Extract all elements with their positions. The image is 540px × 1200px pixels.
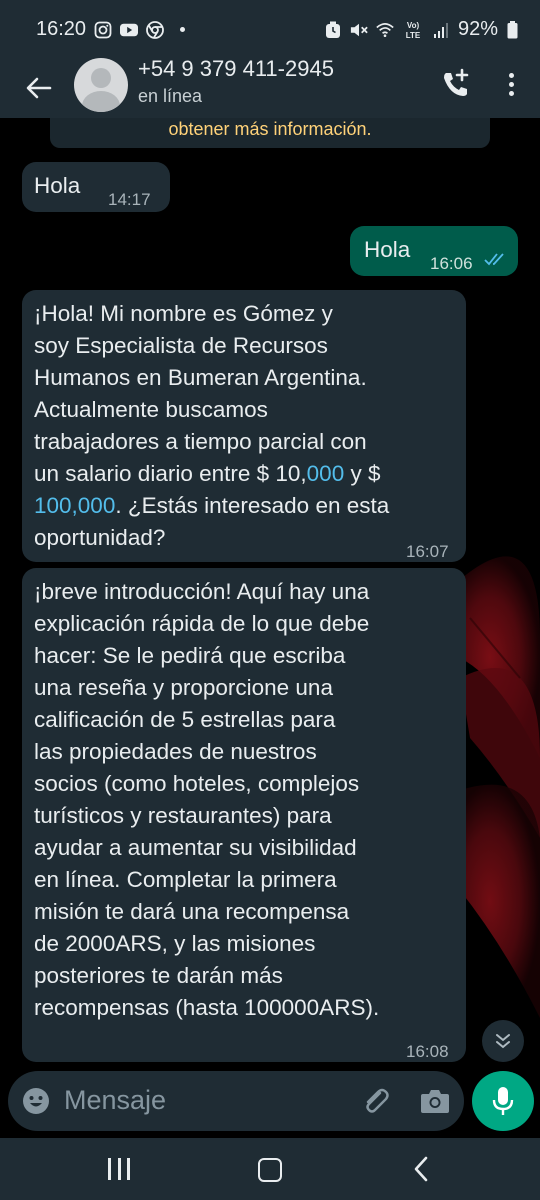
chrome-icon bbox=[146, 20, 164, 39]
contact-name[interactable]: +54 9 379 411-2945 bbox=[138, 56, 334, 82]
message-text: Hola bbox=[364, 237, 411, 262]
whatsapp-chat-screen: 16:20 Vo) LTE 92% +54 9 379 411-2945 en … bbox=[0, 0, 540, 1200]
message-line: en línea. Completar la primera bbox=[34, 867, 337, 892]
message-line: trabajadores a tiempo parcial con bbox=[34, 429, 367, 454]
alarm-icon bbox=[324, 21, 342, 39]
notice-text: obtener más información. bbox=[168, 119, 372, 139]
chat-header: +54 9 379 411-2945 en línea bbox=[0, 56, 540, 118]
encryption-notice[interactable]: obtener más información. bbox=[50, 118, 490, 148]
signal-icon bbox=[432, 21, 450, 39]
message-input[interactable]: Mensaje bbox=[64, 1085, 166, 1116]
message-time: 16:06 bbox=[430, 254, 473, 273]
phone-number-link[interactable]: 000 bbox=[307, 461, 345, 486]
contact-avatar[interactable] bbox=[74, 58, 128, 112]
avatar-body-shape bbox=[82, 91, 120, 112]
chat-messages-area[interactable]: obtener más información. Hola 14:17 Hola… bbox=[0, 118, 540, 1138]
message-composer[interactable]: Mensaje bbox=[8, 1071, 464, 1131]
message-bubble-incoming[interactable]: ¡breve introducción! Aquí hay una explica… bbox=[22, 568, 466, 1062]
message-text-segment: un salario diario entre $ 10, bbox=[34, 461, 307, 486]
status-bar-left: 16:20 bbox=[36, 18, 186, 41]
message-bubble-incoming[interactable]: Hola 14:17 bbox=[22, 162, 170, 212]
wifi-icon bbox=[376, 21, 394, 39]
recent-bar bbox=[117, 1158, 121, 1180]
status-bar: 16:20 Vo) LTE 92% bbox=[0, 0, 540, 58]
add-call-icon[interactable] bbox=[438, 66, 474, 102]
attachment-icon[interactable] bbox=[360, 1085, 392, 1117]
message-line: Humanos en Bumeran Argentina. bbox=[34, 365, 367, 390]
message-line: una reseña y proporcione una bbox=[34, 675, 333, 700]
more-notifications-dot bbox=[180, 27, 186, 32]
message-line: de 2000ARS, y las misiones bbox=[34, 931, 316, 956]
message-line: 100,000. ¿Estás interesado en esta bbox=[34, 490, 389, 522]
double-chevron-down-icon bbox=[496, 1034, 510, 1049]
svg-text:LTE: LTE bbox=[406, 31, 421, 40]
back-arrow-icon[interactable] bbox=[22, 68, 56, 108]
message-time: 16:08 bbox=[406, 1042, 449, 1061]
message-time: 14:17 bbox=[108, 190, 151, 209]
message-line: recompensas (hasta 100000ARS). bbox=[34, 995, 380, 1020]
message-bubble-outgoing[interactable]: Hola 16:06 bbox=[350, 226, 518, 276]
youtube-icon bbox=[120, 21, 139, 39]
svg-text:Vo): Vo) bbox=[407, 21, 420, 30]
battery-icon bbox=[506, 20, 518, 39]
message-line: soy Especialista de Recursos bbox=[34, 333, 328, 358]
home-icon[interactable] bbox=[258, 1158, 282, 1182]
mute-icon bbox=[350, 21, 368, 39]
contact-status: en línea bbox=[138, 86, 203, 106]
message-line: ayudar a aumentar su visibilidad bbox=[34, 835, 357, 860]
more-options-icon[interactable] bbox=[500, 66, 522, 102]
voice-message-button[interactable] bbox=[472, 1071, 534, 1131]
nav-back-icon[interactable] bbox=[412, 1156, 430, 1182]
microphone-icon bbox=[492, 1087, 514, 1115]
message-line: explicación rápida de lo que debe bbox=[34, 611, 370, 636]
recent-bar bbox=[108, 1158, 111, 1180]
read-receipt-icon bbox=[484, 253, 504, 266]
message-line: ¡Hola! Mi nombre es Gómez y bbox=[34, 301, 333, 326]
message-line: ¡breve introducción! Aquí hay una bbox=[34, 579, 370, 604]
instagram-icon bbox=[94, 21, 112, 39]
menu-dot bbox=[508, 81, 514, 87]
message-line: un salario diario entre $ 10,000 y $ bbox=[34, 458, 381, 490]
volte-icon: Vo) LTE bbox=[402, 21, 424, 40]
message-text-segment: y $ bbox=[344, 461, 381, 486]
camera-icon[interactable] bbox=[420, 1087, 450, 1115]
recent-apps-icon[interactable] bbox=[108, 1158, 130, 1180]
message-line: turísticos y restaurantes) para bbox=[34, 803, 332, 828]
message-line: socios (como hoteles, complejos bbox=[34, 771, 360, 796]
message-time: 16:07 bbox=[406, 542, 449, 561]
message-line: misión te dará una recompensa bbox=[34, 899, 350, 924]
message-bubble-incoming[interactable]: ¡Hola! Mi nombre es Gómez y soy Especial… bbox=[22, 290, 466, 562]
message-line: oportunidad? bbox=[34, 525, 166, 550]
status-bar-right: Vo) LTE 92% bbox=[324, 18, 518, 41]
system-navigation-bar bbox=[0, 1138, 540, 1200]
message-line: Actualmente buscamos bbox=[34, 397, 268, 422]
message-line: las propiedades de nuestros bbox=[34, 739, 317, 764]
message-line: posteriores te darán más bbox=[34, 963, 283, 988]
menu-dot bbox=[508, 72, 514, 78]
message-text: Hola bbox=[34, 173, 81, 198]
message-line: calificación de 5 estrellas para bbox=[34, 707, 336, 732]
battery-percentage: 92% bbox=[457, 18, 498, 40]
phone-number-link[interactable]: 100,000 bbox=[34, 493, 115, 518]
recent-bar bbox=[127, 1158, 130, 1180]
status-time: 16:20 bbox=[36, 18, 87, 40]
message-text-segment: . ¿Estás interesado en esta bbox=[115, 493, 390, 518]
avatar-head-shape bbox=[91, 68, 111, 88]
scroll-to-bottom-button[interactable] bbox=[482, 1020, 524, 1062]
menu-dot bbox=[508, 90, 514, 96]
message-line: hacer: Se le pedirá que escriba bbox=[34, 643, 346, 668]
emoji-icon[interactable] bbox=[22, 1087, 50, 1115]
